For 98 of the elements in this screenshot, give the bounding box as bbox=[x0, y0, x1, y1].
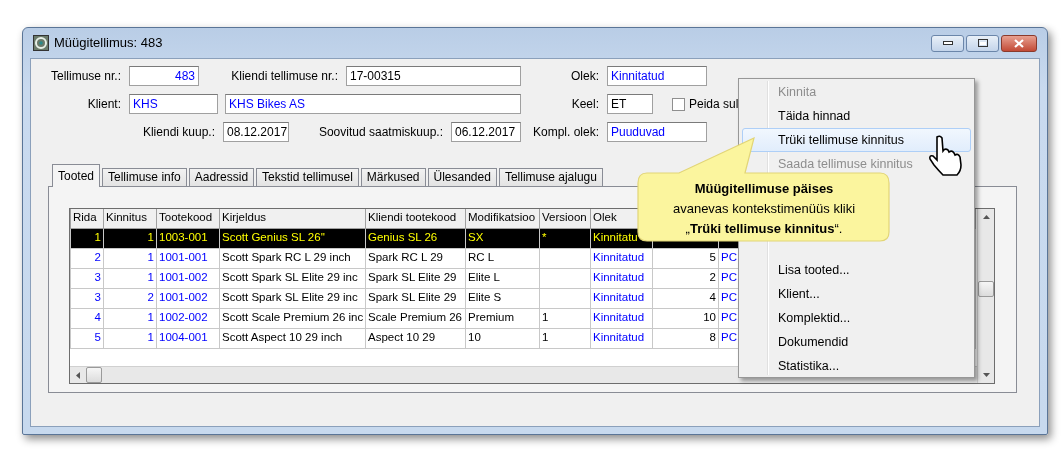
table-cell: Scott Scale Premium 26 inc bbox=[219, 308, 366, 328]
table-cell: RC L bbox=[465, 248, 540, 268]
tab[interactable]: Aadressid bbox=[188, 168, 255, 186]
tab[interactable]: Tekstid tellimusel bbox=[256, 168, 359, 186]
field-label: Soovitud saatmiskuup.: bbox=[317, 124, 443, 140]
table-cell: 1002-002 bbox=[156, 308, 220, 328]
input-field[interactable]: Puuduvad bbox=[607, 122, 707, 142]
table-cell: 1 bbox=[103, 268, 157, 288]
vertical-scrollbar[interactable] bbox=[977, 209, 994, 383]
table-cell: 1001-001 bbox=[156, 248, 220, 268]
table-cell: 5 bbox=[70, 328, 104, 348]
column-header[interactable]: Versioon bbox=[539, 209, 591, 228]
table-cell: 2 bbox=[652, 268, 719, 288]
table-cell: Kinnitatud bbox=[590, 268, 653, 288]
table-cell: 1 bbox=[70, 228, 104, 248]
tab[interactable]: Tellimuse info bbox=[102, 168, 187, 186]
table-cell: 3 bbox=[70, 288, 104, 308]
minimize-button[interactable] bbox=[931, 34, 964, 52]
menu-item[interactable]: Statistika... bbox=[742, 354, 971, 378]
column-header[interactable]: Kirjeldus bbox=[219, 209, 366, 228]
field-label: Kliendi kuup.: bbox=[141, 124, 215, 140]
column-header[interactable]: Rida bbox=[70, 209, 104, 228]
field-label: Tellimuse nr.: bbox=[49, 68, 121, 84]
input-field[interactable]: KHS Bikes AS bbox=[225, 94, 521, 114]
column-header[interactable]: Tootekood bbox=[156, 209, 220, 228]
callout-text: avanevas kontekstimenüüs kliki bbox=[672, 200, 856, 218]
input-field[interactable]: KHS bbox=[129, 94, 218, 114]
table-cell: Scott Spark SL Elite 29 inc bbox=[219, 288, 366, 308]
scrollbar-thumb[interactable] bbox=[978, 281, 994, 297]
table-cell: 1004-001 bbox=[156, 328, 220, 348]
input-field[interactable]: Kinnitatud bbox=[607, 66, 707, 86]
column-header[interactable]: Kliendi tootekood bbox=[365, 209, 466, 228]
table-cell: 2 bbox=[70, 248, 104, 268]
menu-item[interactable]: Trüki tellimuse kinnitus bbox=[742, 128, 971, 152]
table-cell: 10 bbox=[652, 308, 719, 328]
table-cell: Spark SL Elite 29 bbox=[365, 288, 466, 308]
menu-item[interactable]: Täida hinnad bbox=[742, 104, 971, 128]
callout-text: „Trüki tellimuse kinnitus“. bbox=[685, 220, 843, 238]
field-label: Kliendi tellimuse nr.: bbox=[230, 68, 338, 84]
field-label: Kompl. olek: bbox=[531, 124, 599, 140]
column-header[interactable]: Modifikatsioo bbox=[465, 209, 540, 228]
table-cell: 4 bbox=[652, 288, 719, 308]
table-cell: 1 bbox=[103, 328, 157, 348]
close-icon bbox=[1014, 38, 1024, 48]
table-cell: 1 bbox=[103, 308, 157, 328]
field-label: Olek: bbox=[570, 68, 599, 84]
menu-item[interactable]: Komplektid... bbox=[742, 306, 971, 330]
table-cell: 1 bbox=[103, 248, 157, 268]
table-cell: 4 bbox=[70, 308, 104, 328]
field-label: Keel: bbox=[570, 96, 599, 112]
table-cell: Kinnitatud bbox=[590, 248, 653, 268]
scrollbar-thumb[interactable] bbox=[86, 367, 102, 383]
table-cell: Scale Premium 26 bbox=[365, 308, 466, 328]
table-cell: Spark SL Elite 29 bbox=[365, 268, 466, 288]
app-icon bbox=[33, 35, 49, 51]
table-cell: 2 bbox=[103, 288, 157, 308]
table-cell: Kinnitatud bbox=[590, 308, 653, 328]
tab[interactable]: Tooted bbox=[52, 164, 101, 187]
minimize-icon bbox=[942, 41, 953, 45]
table-cell: 1 bbox=[539, 328, 591, 348]
arrow-up-icon[interactable] bbox=[982, 215, 990, 219]
table-cell: 5 bbox=[652, 248, 719, 268]
maximize-icon bbox=[977, 39, 988, 47]
checkbox[interactable] bbox=[672, 97, 685, 111]
table-cell: 1 bbox=[539, 308, 591, 328]
arrow-down-icon[interactable] bbox=[982, 373, 990, 377]
table-cell: Elite S bbox=[465, 288, 540, 308]
table-cell: Kinnitatud bbox=[590, 288, 653, 308]
table-cell: 1001-002 bbox=[156, 288, 220, 308]
table-cell: Scott Spark SL Elite 29 inc bbox=[219, 268, 366, 288]
window-title: Müügitellimus: 483 bbox=[54, 35, 163, 51]
input-field[interactable]: 483 bbox=[129, 66, 199, 86]
arrow-left-icon[interactable] bbox=[76, 371, 81, 379]
checkbox-label: Peida sul bbox=[689, 96, 739, 112]
hand-cursor-icon bbox=[928, 135, 964, 177]
input-field[interactable]: 17-00315 bbox=[346, 66, 521, 86]
table-cell: Aspect 10 29 bbox=[365, 328, 466, 348]
tab[interactable]: Märkused bbox=[360, 168, 426, 186]
table-cell: Premium bbox=[465, 308, 540, 328]
input-field[interactable]: ET bbox=[607, 94, 653, 114]
table-cell: 8 bbox=[652, 328, 719, 348]
table-cell: Scott Aspect 10 29 inch bbox=[219, 328, 366, 348]
table-cell: Elite L bbox=[465, 268, 540, 288]
close-button[interactable] bbox=[1001, 34, 1037, 52]
table-cell: 1001-002 bbox=[156, 268, 220, 288]
table-cell: 3 bbox=[70, 268, 104, 288]
callout-text: Müügitellimuse päises bbox=[694, 180, 834, 198]
maximize-button[interactable] bbox=[966, 34, 999, 52]
input-field[interactable]: 06.12.2017 bbox=[451, 122, 521, 142]
tab[interactable]: Ülesanded bbox=[427, 168, 497, 186]
table-cell: Kinnitatud bbox=[590, 328, 653, 348]
table-cell: Spark RC L 29 bbox=[365, 248, 466, 268]
input-field[interactable]: 08.12.2017 bbox=[223, 122, 289, 142]
table-cell: Scott Spark RC L 29 inch bbox=[219, 248, 366, 268]
tab[interactable]: Tellimuse ajalugu bbox=[498, 168, 603, 186]
field-label: Klient: bbox=[86, 96, 121, 112]
column-header[interactable]: Kinnitus bbox=[103, 209, 157, 228]
table-cell: 10 bbox=[465, 328, 540, 348]
